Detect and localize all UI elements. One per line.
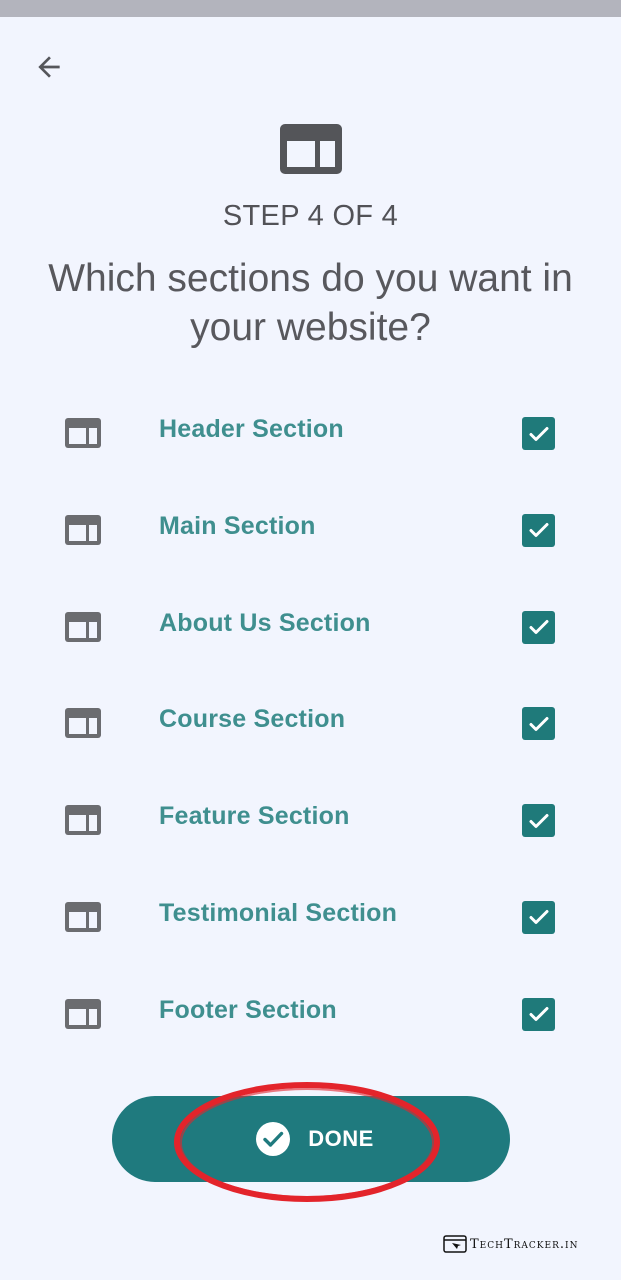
done-button-label: DONE xyxy=(308,1126,374,1151)
step-indicator: STEP 4 OF 4 xyxy=(222,200,399,232)
section-item-label: Testimonial Section xyxy=(159,898,398,927)
section-item-testimonial[interactable]: Testimonial Section xyxy=(0,869,621,966)
check-icon xyxy=(529,813,548,828)
arrow-back-icon xyxy=(38,56,60,78)
check-icon xyxy=(529,716,548,731)
watermark: TechTracker.in xyxy=(443,1234,578,1254)
back-button[interactable] xyxy=(28,46,70,88)
check-circle-icon xyxy=(256,1122,291,1156)
web-layout-icon xyxy=(65,901,101,932)
section-item-label: Feature Section xyxy=(159,802,350,831)
checkbox-checked[interactable] xyxy=(522,900,555,934)
check-icon xyxy=(529,1007,548,1022)
section-item-header[interactable]: Header Section xyxy=(0,385,621,482)
check-icon xyxy=(529,910,548,925)
checkbox-checked[interactable] xyxy=(522,513,555,547)
check-icon xyxy=(529,523,548,538)
done-button[interactable]: DONE xyxy=(112,1096,510,1182)
checkbox-checked[interactable] xyxy=(522,610,555,644)
section-item-label: Footer Section xyxy=(159,995,337,1024)
web-layout-icon xyxy=(65,418,101,448)
check-icon xyxy=(529,426,548,441)
web-layout-icon xyxy=(280,124,342,174)
section-item-feature[interactable]: Feature Section xyxy=(0,772,621,869)
section-item-label: About Us Section xyxy=(159,608,371,637)
web-layout-icon xyxy=(65,805,101,836)
browser-cursor-icon xyxy=(443,1235,467,1253)
section-item-course[interactable]: Course Section xyxy=(0,675,621,772)
section-item-main[interactable]: Main Section xyxy=(0,482,621,579)
web-layout-icon xyxy=(65,611,101,642)
section-item-label: Header Section xyxy=(159,415,344,443)
section-item-about-us[interactable]: About Us Section xyxy=(0,579,621,676)
status-bar xyxy=(0,0,621,17)
web-layout-icon xyxy=(65,514,101,545)
section-item-footer[interactable]: Footer Section xyxy=(0,966,621,1063)
section-item-label: Course Section xyxy=(159,705,346,734)
checkbox-checked[interactable] xyxy=(522,997,555,1031)
watermark-text: TechTracker.in xyxy=(470,1236,579,1252)
web-layout-icon xyxy=(65,998,101,1029)
section-list: Header Section Main Section About Us Sec… xyxy=(0,385,621,1063)
page-question: Which sections do you want in your websi… xyxy=(48,257,573,349)
web-layout-icon xyxy=(65,708,101,739)
checkbox-checked[interactable] xyxy=(522,707,555,741)
checkbox-checked[interactable] xyxy=(522,804,555,838)
section-item-label: Main Section xyxy=(159,511,316,540)
check-icon xyxy=(529,620,548,635)
checkbox-checked[interactable] xyxy=(522,417,555,450)
